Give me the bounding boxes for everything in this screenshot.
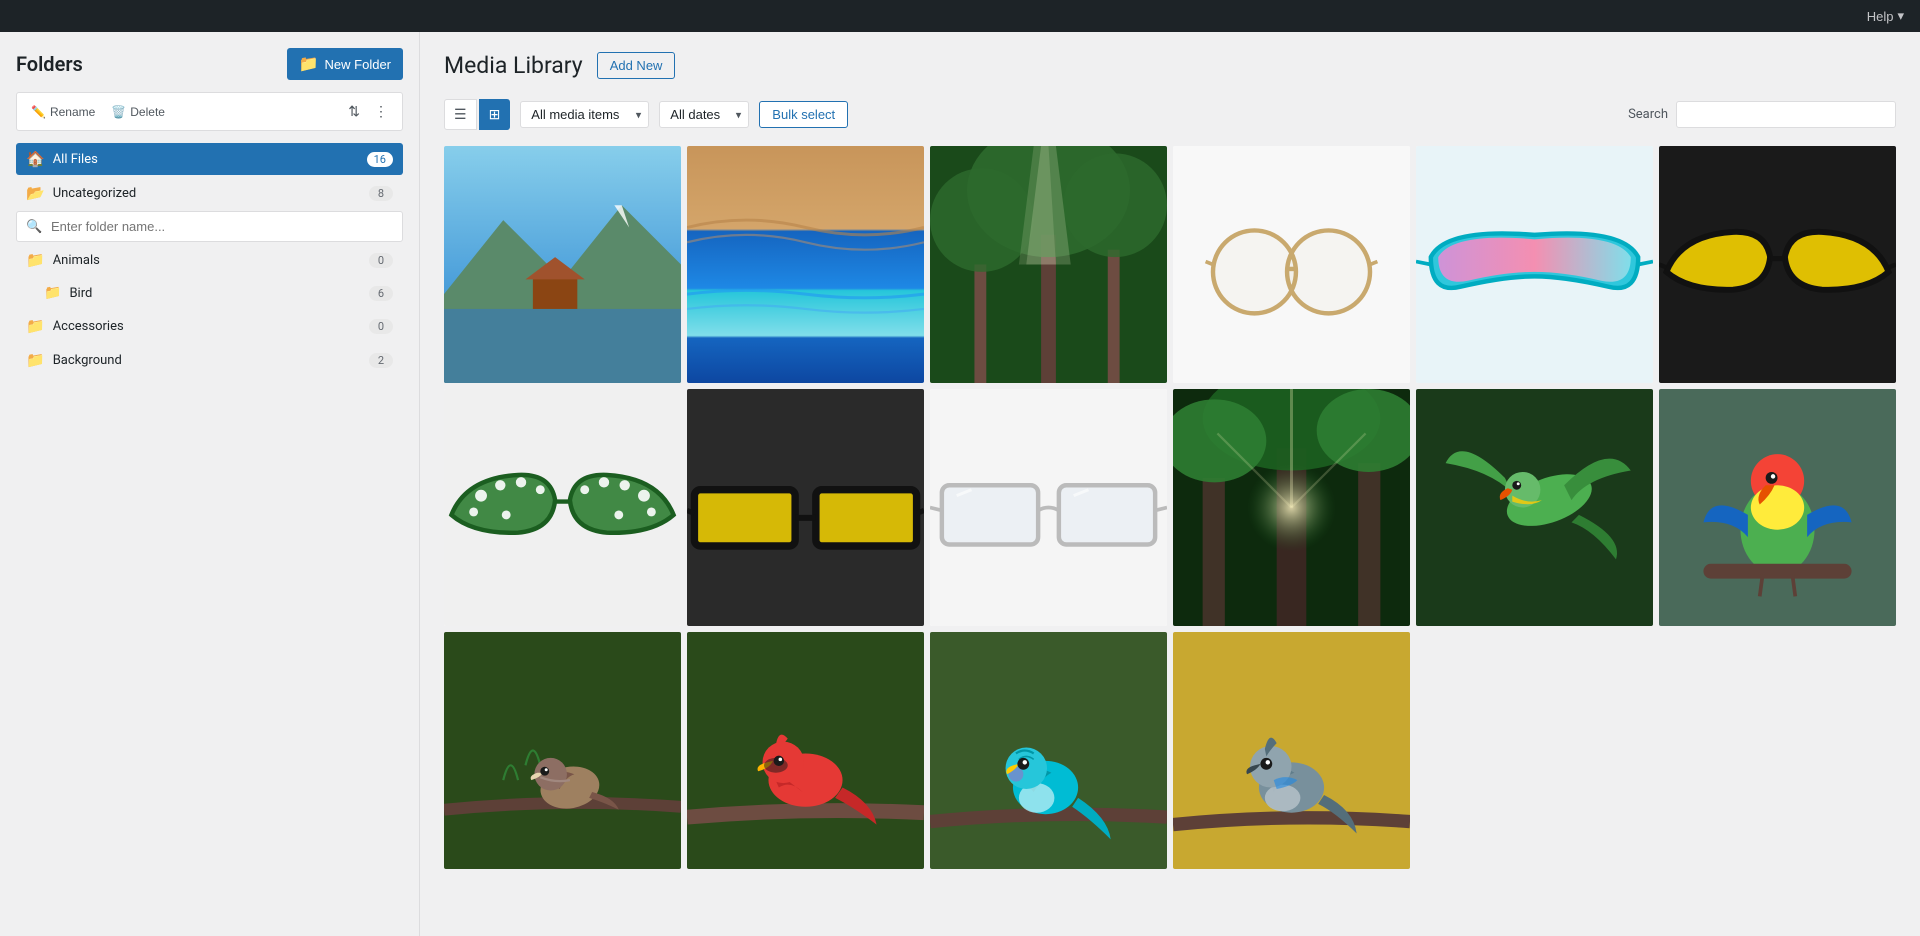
add-new-button[interactable]: Add New (597, 52, 676, 79)
new-folder-label: New Folder (325, 57, 391, 72)
rename-icon: ✏️ (31, 105, 46, 119)
folder-name-input[interactable] (16, 211, 403, 242)
folder-count-animals: 0 (369, 253, 393, 268)
grid-view-button[interactable]: ⊞ (479, 99, 511, 130)
search-label: Search (1628, 107, 1668, 122)
top-bar: Help ▾ (0, 0, 1920, 32)
folder-item-bird[interactable]: 📁 Bird 6 (16, 278, 403, 308)
dates-select[interactable]: All dates 2024 2023 (659, 101, 749, 128)
folder-icon-background: 📁 (26, 351, 45, 369)
folder-item-accessories[interactable]: 📁 Accessories 0 (16, 310, 403, 342)
list-view-button[interactable]: ☰ (444, 99, 477, 130)
delete-icon: 🗑️ (111, 105, 126, 119)
folder-icon-animals: 📁 (26, 251, 45, 269)
main-layout: Folders 📁 New Folder ✏️ Rename 🗑️ Delete… (0, 32, 1920, 936)
folder-icon-accessories: 📁 (26, 317, 45, 335)
folder-toolbar: ✏️ Rename 🗑️ Delete ⇅ ⋮ (16, 92, 403, 131)
folder-name-bird: Bird (69, 286, 369, 301)
help-button[interactable]: Help ▾ (1867, 8, 1904, 24)
folder-count-uncategorized: 8 (369, 186, 393, 201)
folder-plus-icon: 📁 (299, 54, 319, 74)
folder-list: 🏠 All Files 16 📂 Uncategorized 8 🔍 📁 Ani… (16, 143, 403, 376)
folder-item-all-files[interactable]: 🏠 All Files 16 (16, 143, 403, 175)
media-item-1[interactable] (444, 146, 681, 383)
delete-label: Delete (130, 105, 165, 119)
toolbar-sep: ⇅ ⋮ (344, 101, 392, 122)
folder-count-bird: 6 (369, 286, 393, 301)
search-folder-icon: 🔍 (26, 219, 42, 234)
media-item-15[interactable] (930, 632, 1167, 869)
folder-item-background[interactable]: 📁 Background 2 (16, 344, 403, 376)
delete-button[interactable]: 🗑️ Delete (107, 103, 169, 121)
folder-name-animals: Animals (53, 253, 369, 268)
rename-label: Rename (50, 105, 95, 119)
media-item-8[interactable] (687, 389, 924, 626)
folder-name-accessories: Accessories (53, 319, 369, 334)
rename-button[interactable]: ✏️ Rename (27, 103, 99, 121)
more-options-button[interactable]: ⋮ (370, 101, 392, 122)
media-item-11[interactable] (1416, 389, 1653, 626)
media-item-3[interactable] (930, 146, 1167, 383)
content-title: Media Library (444, 52, 583, 79)
folder-name-uncategorized: Uncategorized (53, 186, 369, 201)
view-toggle: ☰ ⊞ (444, 99, 510, 130)
media-items-select-wrap: All media items Images Audio Video (520, 101, 649, 128)
media-item-2[interactable] (687, 146, 924, 383)
sidebar-header: Folders 📁 New Folder (16, 48, 403, 80)
help-label: Help (1867, 9, 1894, 24)
folder-count-accessories: 0 (369, 319, 393, 334)
media-item-13[interactable] (444, 632, 681, 869)
media-item-4[interactable] (1173, 146, 1410, 383)
help-chevron-icon: ▾ (1897, 8, 1904, 24)
media-item-7[interactable] (444, 389, 681, 626)
dates-select-wrap: All dates 2024 2023 (659, 101, 749, 128)
search-input[interactable] (1676, 101, 1896, 128)
folder-name-all-files: All Files (53, 152, 367, 167)
media-grid (444, 146, 1896, 869)
media-item-10[interactable] (1173, 389, 1410, 626)
media-item-16[interactable] (1173, 632, 1410, 869)
sidebar: Folders 📁 New Folder ✏️ Rename 🗑️ Delete… (0, 32, 420, 936)
folder-item-uncategorized[interactable]: 📂 Uncategorized 8 (16, 177, 403, 209)
new-folder-button[interactable]: 📁 New Folder (287, 48, 403, 80)
media-item-14[interactable] (687, 632, 924, 869)
content-area: Media Library Add New ☰ ⊞ All media item… (420, 32, 1920, 936)
folder-count-background: 2 (369, 353, 393, 368)
folder-name-background: Background (53, 353, 369, 368)
folder-count-all-files: 16 (367, 152, 393, 167)
media-item-6[interactable] (1659, 146, 1896, 383)
filter-bar: ☰ ⊞ All media items Images Audio Video A… (444, 99, 1896, 130)
media-item-12[interactable] (1659, 389, 1896, 626)
bulk-select-button[interactable]: Bulk select (759, 101, 848, 128)
search-wrap: Search (1628, 101, 1896, 128)
sort-button[interactable]: ⇅ (344, 101, 364, 122)
home-icon: 🏠 (26, 150, 45, 168)
folder-item-animals[interactable]: 📁 Animals 0 (16, 244, 403, 276)
media-item-9[interactable] (930, 389, 1167, 626)
folder-icon-uncategorized: 📂 (26, 184, 45, 202)
media-item-5[interactable] (1416, 146, 1653, 383)
media-items-select[interactable]: All media items Images Audio Video (520, 101, 649, 128)
folder-icon-bird: 📁 (44, 285, 61, 301)
sidebar-title: Folders (16, 52, 83, 76)
folder-input-wrap: 🔍 (16, 211, 403, 242)
content-header: Media Library Add New (444, 52, 1896, 79)
